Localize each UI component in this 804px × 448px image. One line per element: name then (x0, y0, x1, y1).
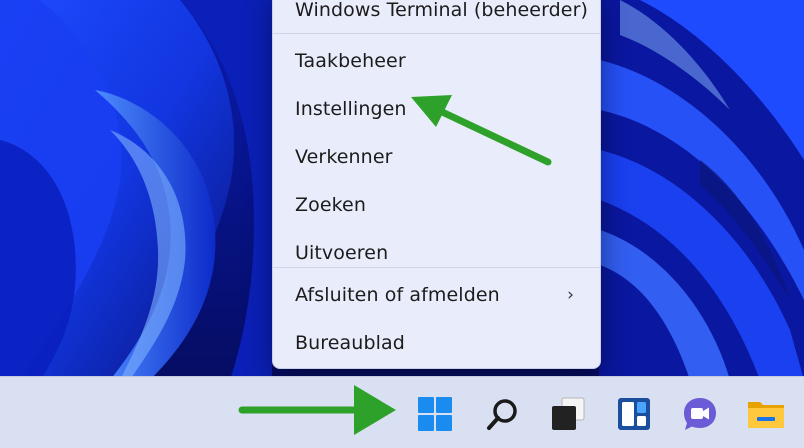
menu-item-label: Instellingen (295, 98, 407, 120)
menu-item-shutdown-signout[interactable]: Afsluiten of afmelden › (273, 272, 600, 318)
task-view-button[interactable] (544, 390, 592, 438)
menu-item-label: Windows Terminal (beheerder) (295, 0, 589, 21)
menu-item-desktop[interactable]: Bureaublad (273, 320, 600, 366)
menu-item-settings[interactable]: Instellingen (273, 86, 600, 132)
menu-item-task-manager[interactable]: Taakbeheer (273, 38, 600, 84)
menu-separator (273, 267, 600, 268)
menu-item-file-explorer[interactable]: Verkenner (273, 134, 600, 180)
menu-item-label: Verkenner (295, 146, 393, 168)
menu-item-label: Bureaublad (295, 332, 405, 354)
file-explorer-icon (748, 402, 784, 428)
menu-item-run[interactable]: Uitvoeren (273, 230, 600, 276)
menu-item-windows-terminal-admin[interactable]: Windows Terminal (beheerder) (273, 0, 600, 33)
search-button[interactable] (479, 390, 527, 438)
file-explorer-button[interactable] (742, 390, 790, 438)
menu-item-search[interactable]: Zoeken (273, 182, 600, 228)
menu-separator (273, 33, 600, 34)
menu-item-label: Zoeken (295, 194, 366, 216)
menu-item-label: Taakbeheer (295, 50, 406, 72)
search-icon (487, 399, 517, 430)
widgets-icon (618, 398, 650, 430)
start-button[interactable] (411, 390, 459, 438)
taskbar (0, 376, 804, 448)
menu-item-label: Afsluiten of afmelden (295, 284, 500, 306)
chevron-right-icon: › (567, 285, 574, 305)
widgets-button[interactable] (610, 390, 658, 438)
context-menu: Windows Terminal (beheerder) Taakbeheer … (272, 0, 601, 369)
start-icon (418, 397, 452, 431)
teams-chat-button[interactable] (676, 390, 724, 438)
task-view-icon (552, 397, 585, 430)
teams-chat-icon (684, 398, 716, 430)
menu-item-label: Uitvoeren (295, 242, 389, 264)
